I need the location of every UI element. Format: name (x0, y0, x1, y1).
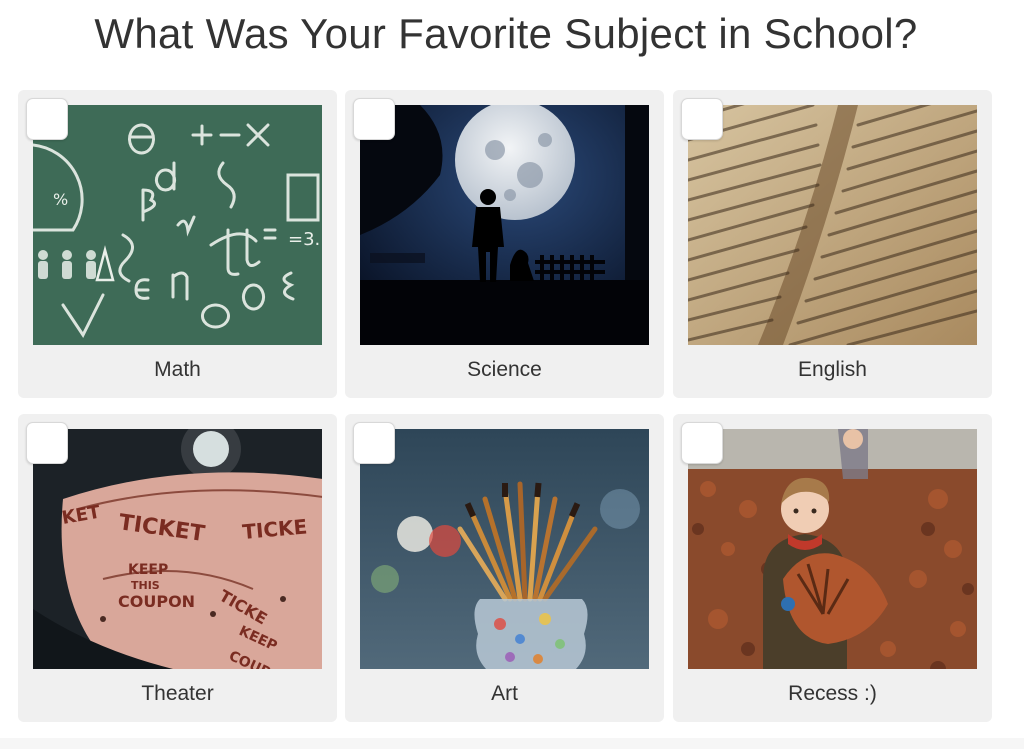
svg-text:COUPON: COUPON (118, 592, 195, 611)
option-card-math[interactable]: % =3.1 Math (18, 90, 337, 398)
svg-text:=3.1: =3.1 (288, 229, 322, 250)
option-card-art[interactable]: Art (345, 414, 664, 722)
option-checkbox[interactable] (26, 98, 68, 140)
option-checkbox[interactable] (26, 422, 68, 464)
option-checkbox[interactable] (681, 422, 723, 464)
page-footer-band (0, 738, 1024, 749)
option-checkbox[interactable] (353, 98, 395, 140)
option-label: Recess :) (788, 682, 877, 705)
option-card-theater[interactable]: TICKET TICKE KEEP THIS COUPON TICKE KEEP… (18, 414, 337, 722)
option-label: English (798, 358, 867, 381)
option-card-english[interactable]: English (673, 90, 992, 398)
recess-leaves-image (688, 429, 977, 669)
english-book-image (688, 105, 977, 345)
option-checkbox[interactable] (353, 422, 395, 464)
option-label: Science (467, 358, 542, 381)
math-chalkboard-image: % =3.1 (33, 105, 322, 345)
svg-text:THIS: THIS (131, 579, 160, 592)
theater-tickets-image: TICKET TICKE KEEP THIS COUPON TICKE KEEP… (33, 429, 322, 669)
options-grid: % =3.1 Math (0, 0, 1024, 749)
option-label: Theater (141, 682, 214, 705)
svg-text:%: % (53, 190, 68, 209)
option-checkbox[interactable] (681, 98, 723, 140)
option-card-recess[interactable]: Recess :) (673, 414, 992, 722)
svg-text:KEEP: KEEP (128, 562, 168, 578)
art-brushes-image (360, 429, 649, 669)
option-card-science[interactable]: Science (345, 90, 664, 398)
option-label: Art (491, 682, 518, 705)
option-label: Math (154, 358, 201, 381)
science-moon-image (360, 105, 649, 345)
